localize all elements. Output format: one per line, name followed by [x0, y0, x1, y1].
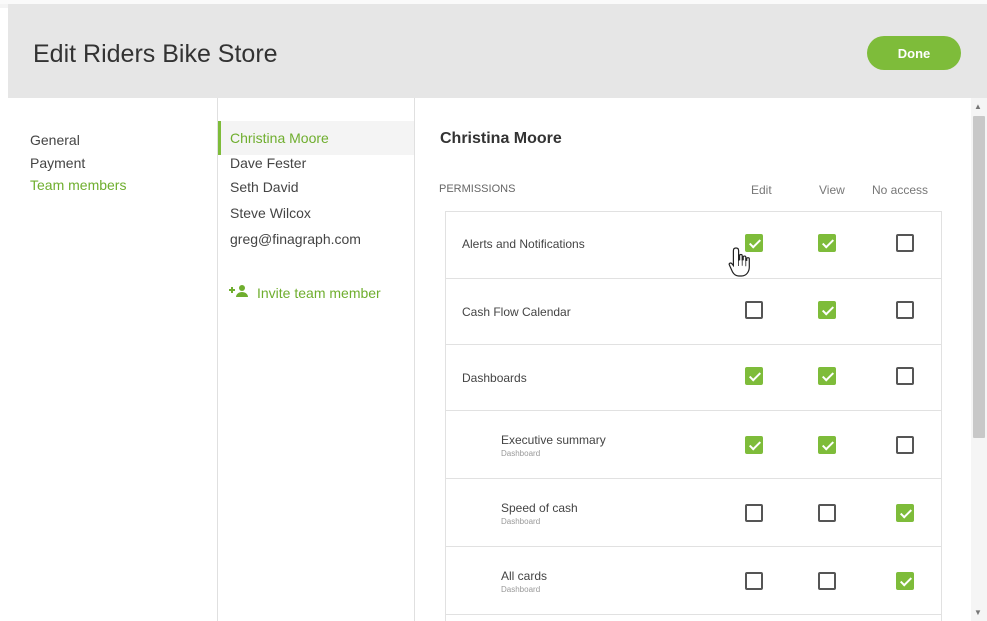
- all-cards-edit-checkbox[interactable]: [745, 572, 763, 590]
- member-christina-moore[interactable]: Christina Moore: [230, 130, 329, 146]
- nav-item-payment[interactable]: Payment: [30, 155, 85, 171]
- dialog-title: Edit Riders Bike Store: [33, 40, 278, 68]
- all-cards-no-access-checkbox[interactable]: [896, 572, 914, 590]
- scroll-down-arrow-icon[interactable]: ▼: [974, 608, 982, 617]
- alerts-no-access-checkbox[interactable]: [896, 234, 914, 252]
- permissions-heading: PERMISSIONS: [439, 183, 516, 195]
- column-head-edit: Edit: [751, 183, 772, 197]
- permissions-table: Alerts and Notifications Cash Flow Calen…: [445, 211, 942, 621]
- permission-label: Speed of cash: [501, 501, 578, 515]
- dialog-header: Edit Riders Bike Store Done: [8, 4, 987, 98]
- dashboards-no-access-checkbox[interactable]: [896, 367, 914, 385]
- permission-label: All cards: [501, 569, 548, 583]
- speed-of-cash-no-access-checkbox[interactable]: [896, 504, 914, 522]
- permission-sublabel: Dashboard: [501, 517, 541, 526]
- cashflow-edit-checkbox[interactable]: [745, 301, 763, 319]
- executive-summary-view-checkbox[interactable]: [818, 436, 836, 454]
- permission-label: Cash Flow Calendar: [462, 305, 571, 319]
- column-head-view: View: [819, 183, 845, 197]
- permission-label: Alerts and Notifications: [462, 237, 585, 251]
- permission-row: Dashboards: [446, 345, 941, 411]
- settings-nav: General Payment Team members: [8, 98, 218, 621]
- permission-row: All cards Dashboard: [446, 547, 941, 615]
- invite-team-member-link[interactable]: Invite team member: [228, 284, 381, 301]
- member-dave-fester[interactable]: Dave Fester: [230, 155, 306, 171]
- permission-row: Cash Flow Calendar: [446, 279, 941, 345]
- cashflow-no-access-checkbox[interactable]: [896, 301, 914, 319]
- nav-item-team-members[interactable]: Team members: [30, 177, 126, 193]
- scroll-up-arrow-icon[interactable]: ▲: [974, 102, 982, 111]
- dashboards-edit-checkbox[interactable]: [745, 367, 763, 385]
- done-button[interactable]: Done: [867, 36, 961, 70]
- cashflow-view-checkbox[interactable]: [818, 301, 836, 319]
- dashboards-view-checkbox[interactable]: [818, 367, 836, 385]
- member-greg-email[interactable]: greg@finagraph.com: [230, 231, 361, 247]
- member-steve-wilcox[interactable]: Steve Wilcox: [230, 205, 311, 221]
- edit-dialog: Edit Riders Bike Store Done General Paym…: [8, 4, 987, 621]
- permission-sublabel: Dashboard: [501, 449, 541, 458]
- team-members-list: Christina Moore Dave Fester Seth David S…: [218, 98, 415, 621]
- permission-sublabel: Dashboard: [501, 585, 541, 594]
- permission-label: Dashboards: [462, 371, 527, 385]
- executive-summary-edit-checkbox[interactable]: [745, 436, 763, 454]
- permission-row: Alerts and Notifications: [446, 212, 941, 279]
- all-cards-view-checkbox[interactable]: [818, 572, 836, 590]
- permission-row: Speed of cash Dashboard: [446, 479, 941, 547]
- alerts-view-checkbox[interactable]: [818, 234, 836, 252]
- hand-pointer-cursor-icon: [727, 246, 757, 280]
- permission-label: Executive summary: [501, 433, 606, 447]
- add-person-icon: [228, 284, 250, 301]
- permissions-panel: Christina Moore PERMISSIONS Edit View No…: [415, 98, 971, 621]
- column-head-no-access: No access: [872, 183, 929, 197]
- speed-of-cash-view-checkbox[interactable]: [818, 504, 836, 522]
- nav-item-general[interactable]: General: [30, 132, 80, 148]
- speed-of-cash-edit-checkbox[interactable]: [745, 504, 763, 522]
- invite-label: Invite team member: [257, 284, 381, 301]
- scrollbar-thumb[interactable]: [973, 116, 985, 438]
- permission-row: Executive summary Dashboard: [446, 411, 941, 479]
- selected-member-name: Christina Moore: [440, 130, 562, 147]
- executive-summary-no-access-checkbox[interactable]: [896, 436, 914, 454]
- member-seth-david[interactable]: Seth David: [230, 179, 298, 195]
